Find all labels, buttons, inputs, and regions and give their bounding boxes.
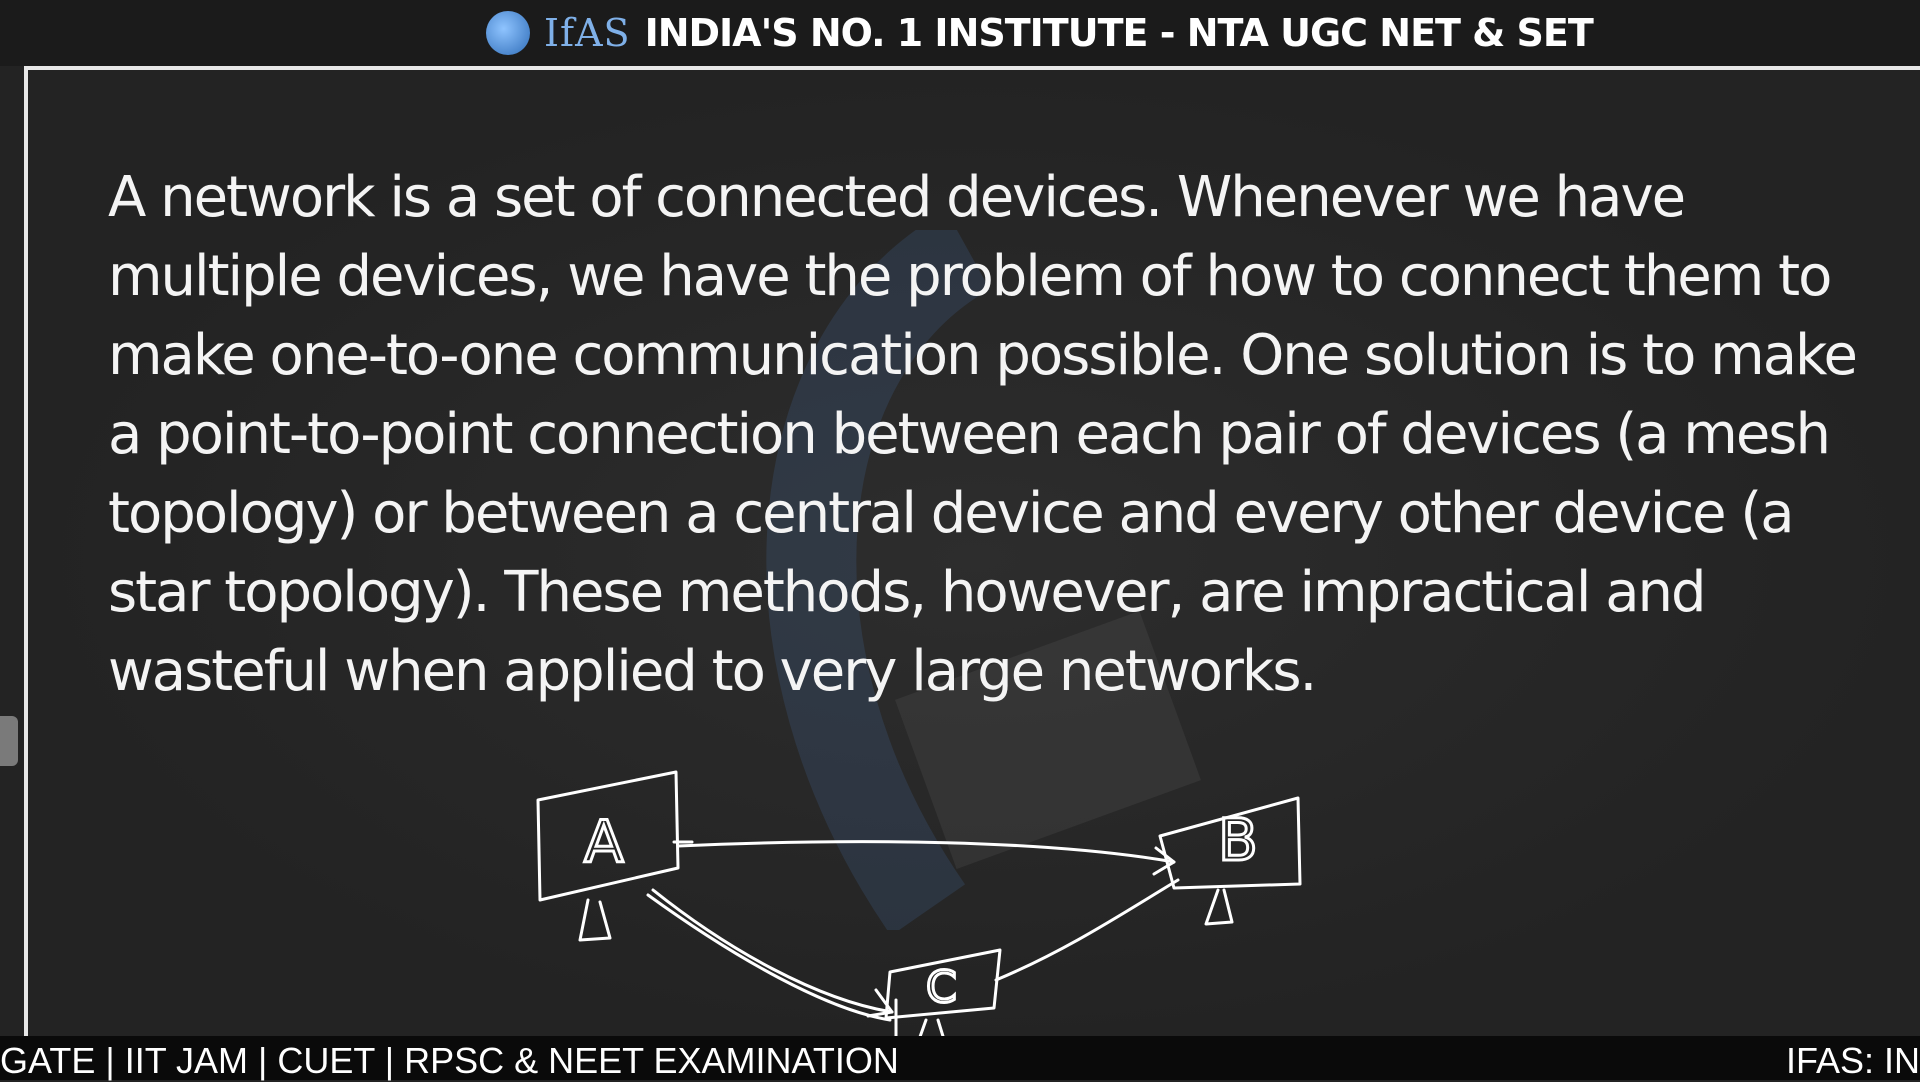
network-diagram: A B C: [536, 770, 1302, 1052]
brand-name: IfAS: [544, 11, 631, 55]
ticker-left-text: GATE | IIT JAM | CUET | RPSC & NEET EXAM…: [0, 1040, 899, 1081]
slide-paragraph: A network is a set of connected devices.…: [108, 165, 1858, 704]
bottom-ticker: GATE | IIT JAM | CUET | RPSC & NEET EXAM…: [0, 1036, 1920, 1081]
device-b-stand: [1204, 888, 1234, 926]
brand: IfAS INDIA'S NO. 1 INSTITUTE - NTA UGC N…: [486, 8, 1594, 58]
device-b-label: B: [1218, 806, 1258, 874]
ifas-logo-icon: [486, 11, 530, 55]
top-banner: IfAS INDIA'S NO. 1 INSTITUTE - NTA UGC N…: [0, 0, 1920, 66]
link-a-b: [676, 840, 1176, 864]
side-panel-tab[interactable]: [0, 716, 18, 766]
device-a-stand: [578, 898, 612, 942]
whiteboard-slide: A network is a set of connected devices.…: [24, 66, 1920, 1052]
device-c-label: C: [926, 962, 957, 1013]
link-c-b: [994, 878, 1180, 982]
device-a-label: A: [584, 808, 624, 876]
banner-title: INDIA'S NO. 1 INSTITUTE - NTA UGC NET & …: [644, 11, 1594, 55]
link-a-c: [651, 888, 894, 1014]
ticker-right-text: IFAS: IN: [1785, 1040, 1920, 1081]
